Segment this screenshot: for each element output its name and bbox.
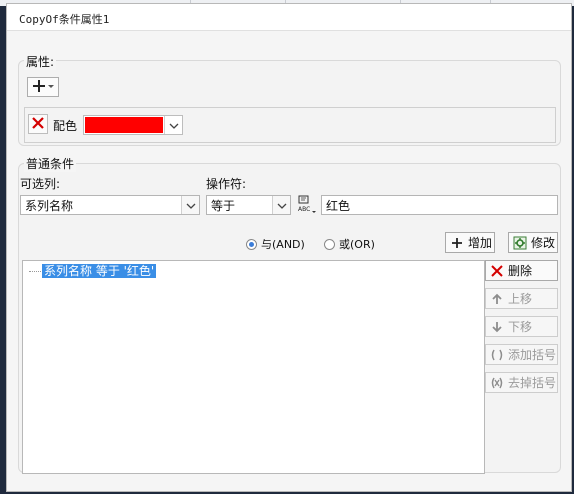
color-swatch	[85, 117, 163, 133]
column-select[interactable]: 系列名称	[20, 195, 200, 215]
remove-parentheses-icon	[490, 376, 504, 390]
remove-bracket-button[interactable]: 去掉括号	[485, 372, 558, 393]
arrow-up-icon	[490, 292, 504, 306]
properties-group-label: 属性:	[24, 53, 57, 70]
operator-label: 操作符:	[206, 177, 247, 191]
delete-button[interactable]: 删除	[485, 260, 558, 281]
radio-or[interactable]: 或(OR)	[324, 236, 375, 252]
arrow-down-icon	[490, 320, 504, 334]
conditions-group-label: 普通条件	[24, 155, 77, 172]
parentheses-icon	[490, 348, 504, 362]
add-property-button[interactable]	[27, 77, 59, 97]
move-up-label: 上移	[508, 292, 533, 306]
property-row: 配色	[24, 107, 556, 143]
remove-bracket-label: 去掉括号	[508, 376, 557, 390]
add-condition-label: 增加	[468, 236, 493, 250]
value-input-text: 红色	[326, 198, 351, 213]
radio-or-indicator[interactable]	[324, 238, 335, 250]
svg-text:ABC: ABC	[298, 206, 310, 213]
radio-and-label: 与(AND)	[261, 238, 305, 251]
plus-icon	[450, 236, 464, 250]
radio-and[interactable]: 与(AND)	[246, 236, 305, 252]
red-x-icon	[32, 116, 44, 132]
plus-icon	[32, 79, 54, 96]
add-bracket-button[interactable]: 添加括号	[485, 344, 558, 365]
operator-dropdown-arrow[interactable]	[272, 196, 290, 214]
value-input[interactable]: 红色	[321, 195, 558, 215]
radio-and-indicator[interactable]	[246, 238, 257, 250]
edit-gear-icon	[513, 236, 527, 250]
modify-condition-button[interactable]: 修改	[508, 232, 558, 253]
color-dropdown-arrow[interactable]	[164, 116, 182, 134]
red-x-icon	[490, 264, 504, 278]
add-condition-button[interactable]: 增加	[445, 232, 495, 253]
operator-select-value: 等于	[211, 198, 236, 213]
column-select-value: 系列名称	[25, 198, 74, 213]
abc-formula-icon: ABC	[296, 195, 318, 219]
move-up-button[interactable]: 上移	[485, 288, 558, 309]
value-type-button[interactable]: ABC	[296, 194, 318, 216]
condition-properties-dialog: CopyOf条件属性1 属性: 配色 普通条件 可选列: 操作符: 系列名称 等…	[6, 3, 572, 492]
column-label: 可选列:	[20, 177, 61, 191]
condition-list[interactable]: 系列名称 等于 '红色'	[22, 260, 485, 474]
color-picker[interactable]	[83, 115, 183, 135]
title-bar[interactable]: CopyOf条件属性1	[7, 4, 571, 31]
modify-condition-label: 修改	[531, 236, 556, 250]
chevron-down-icon	[277, 198, 287, 212]
move-down-button[interactable]: 下移	[485, 316, 558, 337]
list-item[interactable]: 系列名称 等于 '红色'	[42, 264, 157, 278]
chevron-down-icon	[169, 118, 179, 132]
operator-select[interactable]: 等于	[206, 195, 291, 215]
tree-connector	[29, 271, 41, 272]
remove-property-button[interactable]	[28, 114, 48, 134]
property-name: 配色	[53, 119, 78, 133]
move-down-label: 下移	[508, 320, 533, 334]
dialog-title: CopyOf条件属性1	[19, 13, 110, 26]
chevron-down-icon	[186, 198, 196, 212]
radio-or-label: 或(OR)	[339, 238, 375, 251]
delete-label: 删除	[508, 264, 533, 278]
add-bracket-label: 添加括号	[508, 348, 557, 362]
column-dropdown-arrow[interactable]	[181, 196, 199, 214]
